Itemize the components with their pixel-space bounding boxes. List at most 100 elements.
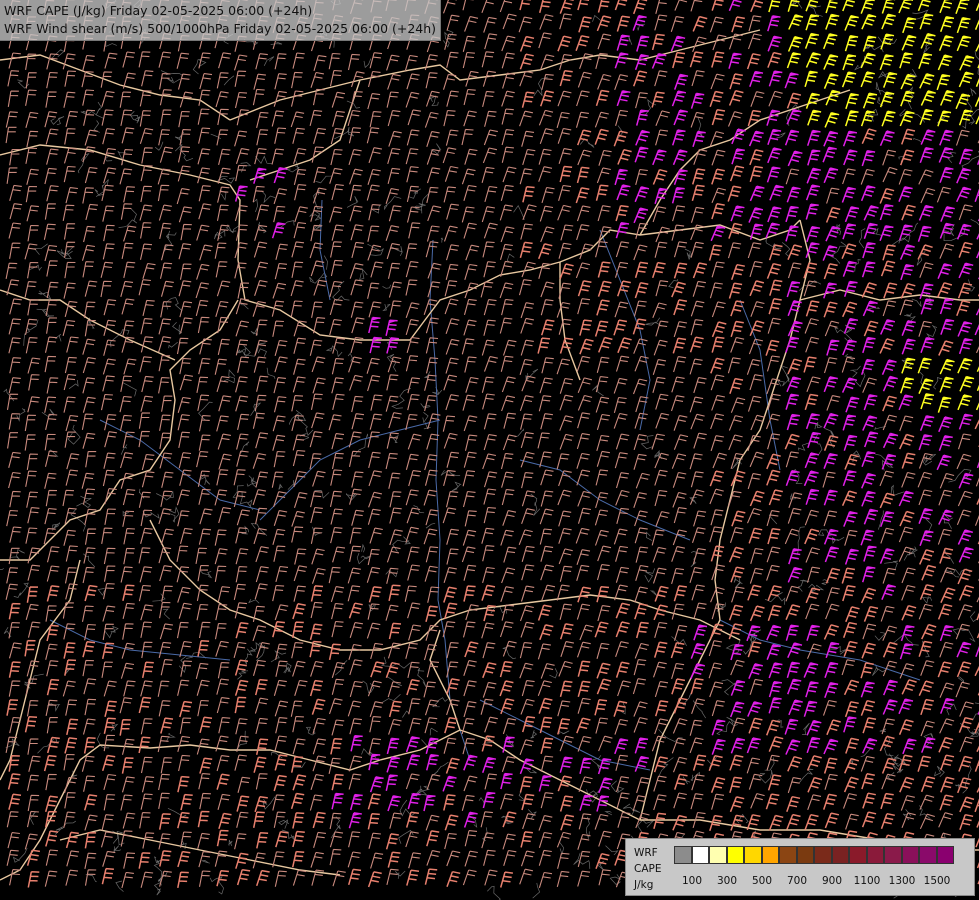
wind-barb (653, 775, 667, 792)
wind-barb (844, 110, 859, 127)
wind-barb (463, 451, 477, 468)
wind-barb (64, 70, 76, 87)
wind-barb (44, 472, 57, 489)
wind-barb (880, 812, 895, 829)
wind-barb (540, 413, 553, 430)
wind-barb (370, 642, 383, 660)
wind-barb (389, 529, 403, 546)
wind-barb (179, 717, 192, 734)
wind-barb (768, 0, 781, 13)
wind-barb (102, 375, 115, 392)
wind-barb (788, 699, 803, 716)
terrain-contour (952, 628, 976, 643)
wind-barb (292, 127, 305, 144)
wind-barb (730, 263, 745, 281)
wind-barb (959, 55, 975, 71)
wind-barb (218, 395, 232, 412)
wind-barb (671, 678, 686, 695)
wind-barb (367, 548, 380, 566)
wind-barb (672, 337, 687, 354)
wind-barb (310, 601, 323, 619)
wind-barb (785, 451, 799, 468)
wind-barb (691, 168, 706, 185)
wind-barb (199, 73, 213, 90)
wind-barb (367, 508, 381, 525)
wind-barb (501, 376, 516, 393)
wind-barb (139, 127, 154, 144)
wind-barb (939, 298, 954, 315)
wind-barb (386, 737, 400, 755)
wind-barb (480, 811, 493, 828)
wind-barb (767, 35, 782, 52)
wind-barb (520, 413, 533, 430)
wind-barb (556, 831, 572, 848)
wind-barb (64, 261, 76, 279)
wind-barb (273, 811, 286, 828)
wind-barb (481, 527, 495, 544)
wind-barb (825, 225, 841, 242)
wind-barb (596, 413, 610, 431)
wind-barb (179, 374, 193, 391)
wind-barb (559, 0, 574, 14)
wind-barb (786, 661, 800, 679)
wind-barb (558, 184, 572, 201)
wind-barb (465, 376, 479, 393)
wind-barb (749, 185, 765, 202)
wind-barb (502, 811, 517, 828)
wind-barb (273, 205, 286, 223)
wind-barb (104, 52, 118, 69)
wind-barb (291, 395, 304, 412)
wind-barb (309, 679, 323, 697)
wind-barb (425, 337, 439, 354)
wind-barb (331, 452, 344, 470)
wind-barb (141, 453, 155, 471)
wind-barb (406, 546, 420, 563)
wind-barb (690, 206, 705, 223)
wind-barb (426, 850, 441, 866)
wind-barb (540, 545, 554, 562)
terrain-contour (733, 575, 743, 589)
wind-barb (462, 529, 477, 546)
wind-barb (141, 471, 155, 488)
wind-barb (957, 568, 973, 585)
wind-barb (253, 756, 267, 773)
wind-barb (310, 490, 323, 508)
wind-barb (728, 89, 744, 106)
wind-barb (236, 509, 250, 526)
wind-barb (141, 776, 155, 793)
wind-barb (82, 187, 94, 204)
wind-barb (595, 184, 609, 201)
wind-barb (385, 188, 400, 204)
wind-barb (122, 812, 136, 829)
wind-barb (653, 604, 668, 621)
wind-barb (883, 679, 898, 696)
wind-barb (575, 187, 590, 204)
wind-barb (293, 492, 308, 508)
wind-barb (974, 188, 979, 202)
wind-barb (539, 377, 553, 394)
wind-barb (368, 470, 382, 487)
wind-barb (274, 604, 289, 621)
wind-barb (368, 832, 381, 849)
wind-barb (62, 204, 75, 222)
wind-barb (749, 605, 765, 622)
wind-barb (691, 70, 705, 87)
wind-barb (672, 471, 687, 488)
wind-barb (823, 54, 839, 70)
wind-barb (65, 414, 79, 432)
wind-barb (385, 833, 399, 850)
wind-barb (405, 355, 419, 372)
wind-barb (805, 300, 820, 317)
wind-barb (445, 244, 460, 261)
wind-barb (750, 301, 765, 317)
wind-barb (955, 0, 970, 14)
wind-barb (310, 527, 323, 544)
terrain-contour (530, 493, 541, 516)
wind-barb (405, 148, 419, 165)
wind-barb (215, 640, 229, 657)
wind-barb (937, 54, 953, 71)
wind-barb (218, 812, 232, 830)
legend-swatch (814, 846, 832, 864)
wind-barb (406, 185, 419, 203)
wind-barb (291, 510, 305, 527)
